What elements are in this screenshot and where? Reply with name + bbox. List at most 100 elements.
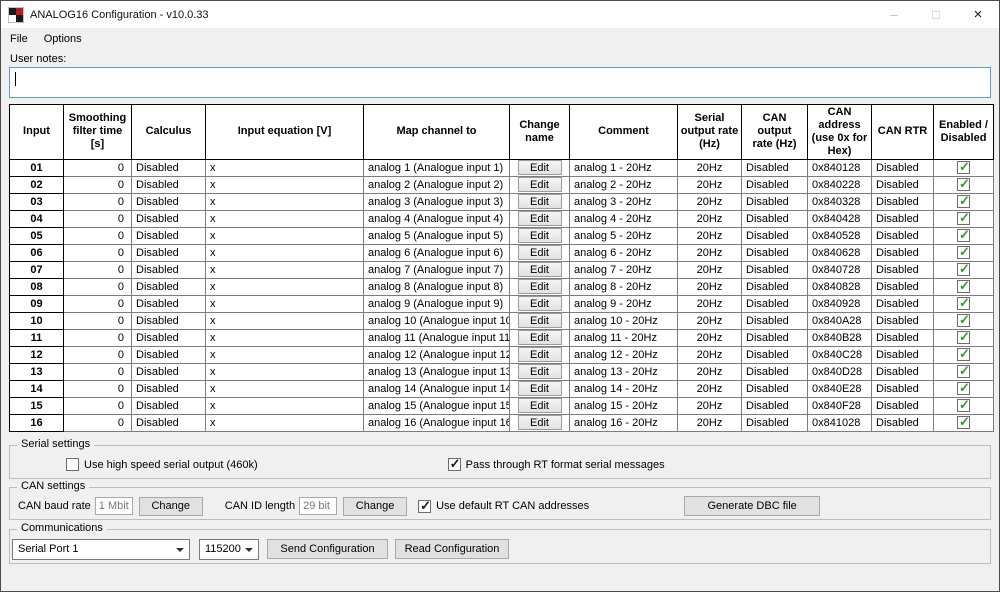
can-address-cell: 0x840428 [808,210,872,227]
can-baud-rate-input[interactable]: 1 Mbit [95,497,133,515]
enabled-checkbox[interactable] [957,263,970,276]
comment-cell: analog 7 - 20Hz [570,261,678,278]
comment-cell: analog 5 - 20Hz [570,227,678,244]
map-cell: analog 15 (Analogue input 15) [364,397,510,414]
enabled-checkbox[interactable] [957,382,970,395]
close-icon[interactable]: × [957,1,999,28]
serial-port-select[interactable]: Serial Port 1 [12,539,190,560]
change-baud-rate-button[interactable]: Change [139,497,203,516]
enabled-checkbox[interactable] [957,195,970,208]
enabled-checkbox[interactable] [957,331,970,344]
edit-name-button[interactable]: Edit [518,194,562,209]
enabled-checkbox[interactable] [957,246,970,259]
user-notes-input[interactable] [9,67,991,98]
channel-row: 130Disabledxanalog 13 (Analogue input 13… [10,363,994,380]
change-id-length-button[interactable]: Change [343,497,407,516]
equation-cell: x [206,159,364,176]
text-caret [15,72,16,86]
calculus-cell: Disabled [132,363,206,380]
enabled-checkbox[interactable] [957,399,970,412]
edit-name-button[interactable]: Edit [518,313,562,328]
enabled-checkbox[interactable] [957,280,970,293]
enabled-checkbox[interactable] [957,297,970,310]
generate-dbc-button[interactable]: Generate DBC file [684,496,820,516]
enabled-checkbox[interactable] [957,161,970,174]
enabled-checkbox[interactable] [957,348,970,361]
can-id-length-input[interactable]: 29 bit [299,497,337,515]
window-title: ANALOG16 Configuration - v10.0.33 [30,9,209,21]
default-rt-can-option[interactable]: Use default RT CAN addresses [418,500,589,513]
enabled-checkbox[interactable] [957,314,970,327]
edit-name-button[interactable]: Edit [518,228,562,243]
enabled-cell [934,397,994,414]
smoothing-cell: 0 [64,397,132,414]
change-name-cell: Edit [510,295,570,312]
can-rate-cell: Disabled [742,210,808,227]
enabled-checkbox[interactable] [957,416,970,429]
change-name-cell: Edit [510,363,570,380]
menu-file[interactable]: File [2,31,36,47]
channel-table: InputSmoothing filter time [s]CalculusIn… [9,104,991,432]
enabled-cell [934,244,994,261]
edit-name-button[interactable]: Edit [518,177,562,192]
serial-rate-cell: 20Hz [678,312,742,329]
enabled-checkbox[interactable] [957,365,970,378]
channel-row: 050Disabledxanalog 5 (Analogue input 5)E… [10,227,994,244]
smoothing-cell: 0 [64,329,132,346]
edit-name-button[interactable]: Edit [518,398,562,413]
can-rtr-cell: Disabled [872,278,934,295]
edit-name-button[interactable]: Edit [518,160,562,175]
edit-name-button[interactable]: Edit [518,211,562,226]
serial-rate-cell: 20Hz [678,329,742,346]
enabled-checkbox[interactable] [957,178,970,191]
calculus-cell: Disabled [132,210,206,227]
change-name-cell: Edit [510,193,570,210]
can-rtr-cell: Disabled [872,159,934,176]
baud-rate-select[interactable]: 115200 [199,539,259,560]
enabled-cell [934,380,994,397]
minimize-icon[interactable]: – [873,1,915,28]
can-rate-cell: Disabled [742,227,808,244]
input-cell: 06 [10,244,64,261]
can-address-cell: 0x840628 [808,244,872,261]
default-rt-can-checkbox[interactable] [418,500,431,513]
edit-name-button[interactable]: Edit [518,262,562,277]
enabled-checkbox[interactable] [957,212,970,225]
can-rate-cell: Disabled [742,159,808,176]
edit-name-button[interactable]: Edit [518,364,562,379]
can-id-length-label: CAN ID length [225,500,295,512]
input-cell: 08 [10,278,64,295]
send-configuration-button[interactable]: Send Configuration [267,539,388,559]
smoothing-cell: 0 [64,414,132,431]
channel-row: 010Disabledxanalog 1 (Analogue input 1)E… [10,159,994,176]
menu-options[interactable]: Options [36,31,90,47]
edit-name-button[interactable]: Edit [518,347,562,362]
edit-name-button[interactable]: Edit [518,245,562,260]
comment-cell: analog 10 - 20Hz [570,312,678,329]
comment-cell: analog 12 - 20Hz [570,346,678,363]
calculus-cell: Disabled [132,278,206,295]
column-header: CAN RTR [872,105,934,160]
can-rate-cell: Disabled [742,193,808,210]
high-speed-serial-checkbox[interactable] [66,458,79,471]
edit-name-button[interactable]: Edit [518,296,562,311]
equation-cell: x [206,295,364,312]
maximize-icon[interactable]: □ [915,1,957,28]
read-configuration-button[interactable]: Read Configuration [395,539,509,559]
communications-group: Communications Serial Port 1 115200 Send… [9,529,991,564]
edit-name-button[interactable]: Edit [518,330,562,345]
comment-cell: analog 1 - 20Hz [570,159,678,176]
can-rtr-cell: Disabled [872,363,934,380]
change-name-cell: Edit [510,278,570,295]
edit-name-button[interactable]: Edit [518,381,562,396]
comment-cell: analog 8 - 20Hz [570,278,678,295]
serial-rate-cell: 20Hz [678,414,742,431]
change-name-cell: Edit [510,329,570,346]
pass-through-checkbox[interactable] [448,458,461,471]
edit-name-button[interactable]: Edit [518,415,562,430]
input-cell: 10 [10,312,64,329]
high-speed-serial-option[interactable]: Use high speed serial output (460k) [66,458,258,471]
pass-through-option[interactable]: Pass through RT format serial messages [448,458,665,471]
edit-name-button[interactable]: Edit [518,279,562,294]
enabled-checkbox[interactable] [957,229,970,242]
